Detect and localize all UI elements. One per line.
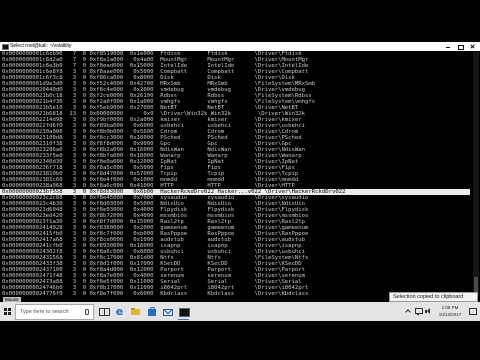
clock-time: 1:08 PM bbox=[441, 305, 459, 310]
close-icon[interactable] bbox=[466, 42, 478, 51]
store-icon[interactable] bbox=[146, 306, 157, 317]
console-app-icon bbox=[2, 44, 9, 50]
maximize-icon[interactable] bbox=[454, 42, 466, 51]
system-clock[interactable]: 1:08 PM 10/13/2017 bbox=[436, 304, 464, 318]
taskbar: Type here to search 1:08 PM 10/13/2017 bbox=[0, 302, 480, 321]
clipboard-notification: Selection copied to clipboard bbox=[389, 292, 478, 302]
window-title-bar[interactable]: Select root@kali: ~/volatility bbox=[0, 42, 480, 51]
mail-icon[interactable] bbox=[162, 306, 173, 317]
search-placeholder: Type here to search bbox=[20, 309, 69, 315]
driver-list: 0x0000000001c6cb90 7 0 0xf8519000 0x1e000 Ftd… bbox=[0, 51, 472, 302]
microphone-icon[interactable] bbox=[85, 309, 89, 315]
hnd-cell: 0 bbox=[82, 291, 87, 297]
file-explorer-icon[interactable] bbox=[130, 306, 141, 317]
scrollbar[interactable] bbox=[473, 51, 479, 297]
minimize-icon[interactable] bbox=[442, 42, 454, 51]
size-cell: 0x6000 bbox=[133, 291, 154, 297]
network-icon[interactable] bbox=[414, 307, 423, 315]
action-center-icon[interactable] bbox=[468, 307, 477, 315]
task-view-icon[interactable] bbox=[98, 306, 110, 317]
volume-icon[interactable] bbox=[424, 307, 432, 315]
service-key-cell: Kbdclass bbox=[160, 291, 188, 297]
window-title: Select root@kali: ~/volatility bbox=[10, 43, 72, 49]
start-cell: 0xf8e7f000 bbox=[89, 291, 124, 297]
name-cell: Kbdclass bbox=[207, 291, 235, 297]
console-output[interactable]: 0x0000000001c6cb90 7 0 0xf8519000 0x1e000 Ftd… bbox=[0, 51, 480, 302]
ptr-cell: 3 bbox=[72, 291, 77, 297]
terminal-icon[interactable] bbox=[178, 306, 190, 321]
search-input[interactable]: Type here to search bbox=[15, 304, 94, 320]
edge-icon[interactable] bbox=[114, 306, 125, 317]
chevron-up-icon[interactable] bbox=[404, 307, 412, 315]
windows-start-icon[interactable] bbox=[4, 308, 7, 311]
clock-date: 10/13/2017 bbox=[438, 312, 462, 317]
driver-cell: \Driver\Kbdclass bbox=[254, 291, 309, 297]
